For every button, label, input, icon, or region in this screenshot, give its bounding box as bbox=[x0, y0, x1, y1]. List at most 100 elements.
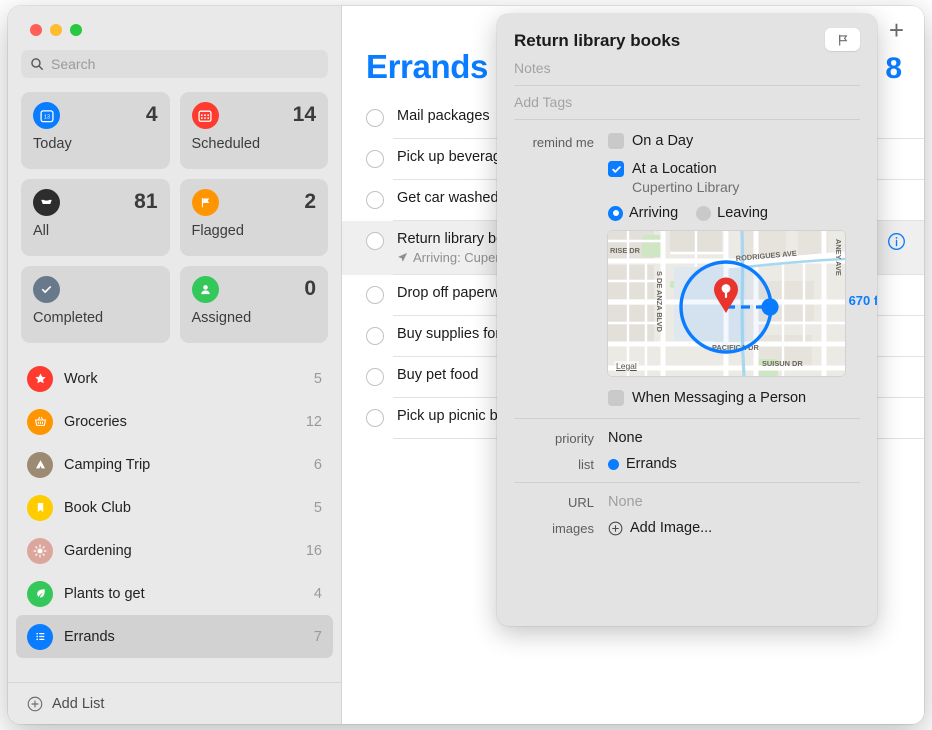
search-input[interactable]: Search bbox=[21, 50, 328, 78]
notes-input[interactable]: Notes bbox=[514, 51, 860, 86]
remind-me-label: remind me bbox=[532, 135, 594, 150]
smart-list-count: 0 bbox=[304, 277, 316, 300]
svg-text:S DE ANZA BLVD: S DE ANZA BLVD bbox=[655, 271, 664, 333]
smart-list-today[interactable]: 13 4 Today bbox=[21, 92, 170, 169]
complete-circle[interactable] bbox=[366, 109, 384, 127]
sidebar-item-work[interactable]: Work 5 bbox=[16, 357, 333, 400]
svg-text:ANEY AVE: ANEY AVE bbox=[834, 239, 843, 276]
location-arrow-icon bbox=[397, 252, 408, 262]
sun-icon bbox=[27, 537, 53, 564]
priority-value[interactable]: None bbox=[594, 430, 643, 446]
arriving-label: Arriving bbox=[629, 205, 679, 221]
sidebar-item-errands[interactable]: Errands 7 bbox=[16, 615, 333, 658]
map-radius-label: 670 feet bbox=[848, 293, 877, 308]
smart-list-assigned[interactable]: 0 Assigned bbox=[179, 266, 328, 343]
smart-list-label: Today bbox=[33, 136, 72, 152]
at-a-location-checkbox[interactable] bbox=[608, 161, 624, 177]
calendar-icon bbox=[191, 102, 219, 129]
images-value[interactable]: Add Image... bbox=[594, 520, 712, 536]
arrive-leave-group: Arriving Leaving bbox=[608, 205, 860, 221]
complete-circle[interactable] bbox=[366, 368, 384, 386]
leaving-radio[interactable] bbox=[696, 205, 712, 221]
sidebar-item-groceries[interactable]: Groceries 12 bbox=[16, 400, 333, 443]
sidebar-item-label: Groceries bbox=[64, 413, 127, 430]
complete-circle[interactable] bbox=[366, 409, 384, 427]
sidebar-item-gardening[interactable]: Gardening 16 bbox=[16, 529, 333, 572]
list-row[interactable]: list Errands bbox=[514, 456, 860, 482]
page-title: Errands bbox=[366, 48, 488, 85]
sidebar-item-count: 4 bbox=[313, 585, 322, 602]
bookmark-icon bbox=[27, 494, 53, 521]
complete-circle[interactable] bbox=[366, 150, 384, 168]
leaving-label: Leaving bbox=[717, 205, 768, 221]
search-icon bbox=[31, 58, 43, 70]
basket-icon bbox=[27, 408, 53, 435]
screen: Search 13 4 Today 14 Scheduled 81 All 2 … bbox=[0, 0, 932, 730]
popover-title: Return library books bbox=[514, 31, 681, 50]
svg-text:RISE DR: RISE DR bbox=[610, 246, 641, 255]
list-value-text: Errands bbox=[626, 456, 677, 472]
list-bullet-icon bbox=[27, 623, 53, 650]
at-a-location-row[interactable]: At a Location bbox=[608, 161, 860, 177]
add-list-button[interactable]: Add List bbox=[8, 682, 341, 724]
sidebar-item-count: 5 bbox=[313, 499, 322, 516]
list-value[interactable]: Errands bbox=[594, 456, 677, 472]
arriving-radio[interactable] bbox=[608, 205, 623, 221]
add-reminder-button[interactable]: + bbox=[889, 17, 904, 43]
location-name[interactable]: Cupertino Library bbox=[632, 179, 860, 195]
minimize-button[interactable] bbox=[50, 24, 62, 36]
priority-row[interactable]: priority None bbox=[514, 430, 860, 456]
smart-list-label: All bbox=[33, 223, 50, 239]
popover-header: Return library books bbox=[514, 28, 860, 51]
images-row[interactable]: images Add Image... bbox=[514, 520, 860, 546]
smart-list-all[interactable]: 81 All bbox=[21, 179, 170, 256]
calendar-day-icon: 13 bbox=[33, 102, 60, 129]
svg-text:13: 13 bbox=[43, 114, 49, 120]
smart-list-scheduled[interactable]: 14 Scheduled bbox=[179, 92, 328, 169]
sidebar-item-book-club[interactable]: Book Club 5 bbox=[16, 486, 333, 529]
flag-icon bbox=[191, 189, 219, 216]
list-label: list bbox=[578, 456, 594, 472]
complete-circle[interactable] bbox=[366, 191, 384, 209]
when-messaging-label: When Messaging a Person bbox=[632, 390, 807, 406]
plus-circle-icon bbox=[27, 696, 43, 711]
on-a-day-label: On a Day bbox=[632, 133, 694, 149]
tags-input[interactable]: Add Tags bbox=[514, 86, 860, 120]
close-button[interactable] bbox=[30, 24, 42, 36]
on-a-day-checkbox[interactable] bbox=[608, 133, 624, 149]
zoom-button[interactable] bbox=[70, 24, 82, 36]
reminder-detail-popover: Return library books Notes Add Tags remi… bbox=[497, 14, 877, 626]
window-controls bbox=[8, 6, 341, 36]
smart-list-label: Completed bbox=[33, 310, 104, 326]
smart-list-completed[interactable]: Completed bbox=[21, 266, 170, 343]
complete-circle[interactable] bbox=[366, 327, 384, 345]
star-icon bbox=[27, 365, 53, 392]
info-circle-icon[interactable] bbox=[887, 232, 906, 251]
complete-circle[interactable] bbox=[366, 232, 384, 250]
extra-section: URL None images Add Image... bbox=[514, 483, 860, 546]
priority-label: priority bbox=[554, 430, 594, 446]
sidebar-item-plants-to-get[interactable]: Plants to get 4 bbox=[16, 572, 333, 615]
complete-circle[interactable] bbox=[366, 286, 384, 304]
url-value[interactable]: None bbox=[594, 494, 643, 510]
flag-button[interactable] bbox=[825, 28, 860, 51]
sidebar-item-camping-trip[interactable]: Camping Trip 6 bbox=[16, 443, 333, 486]
on-a-day-row[interactable]: On a Day bbox=[608, 133, 860, 149]
sidebar-item-count: 5 bbox=[313, 370, 322, 387]
sidebar-item-label: Plants to get bbox=[64, 585, 145, 602]
smart-lists-grid: 13 4 Today 14 Scheduled 81 All 2 Flagged… bbox=[8, 78, 341, 343]
add-list-label: Add List bbox=[52, 695, 105, 712]
sidebar-item-label: Gardening bbox=[64, 542, 132, 559]
smart-list-count: 2 bbox=[304, 190, 316, 213]
map-graphic: RISE DR S DE ANZA BLVD RODRIGUES AVE ANE… bbox=[608, 231, 845, 376]
url-row[interactable]: URL None bbox=[514, 494, 860, 520]
sidebar-item-count: 7 bbox=[313, 628, 322, 645]
when-messaging-checkbox[interactable] bbox=[608, 390, 624, 406]
location-map[interactable]: RISE DR S DE ANZA BLVD RODRIGUES AVE ANE… bbox=[608, 231, 845, 376]
meta-section: priority None list Errands bbox=[514, 419, 860, 482]
checkmark-icon bbox=[611, 165, 621, 173]
smart-list-flagged[interactable]: 2 Flagged bbox=[179, 179, 328, 256]
remind-me-section: remind me On a Day At a Location Cuperti… bbox=[514, 120, 877, 376]
when-messaging-row[interactable]: When Messaging a Person bbox=[514, 376, 860, 418]
map-legal-link[interactable]: Legal bbox=[614, 361, 639, 371]
